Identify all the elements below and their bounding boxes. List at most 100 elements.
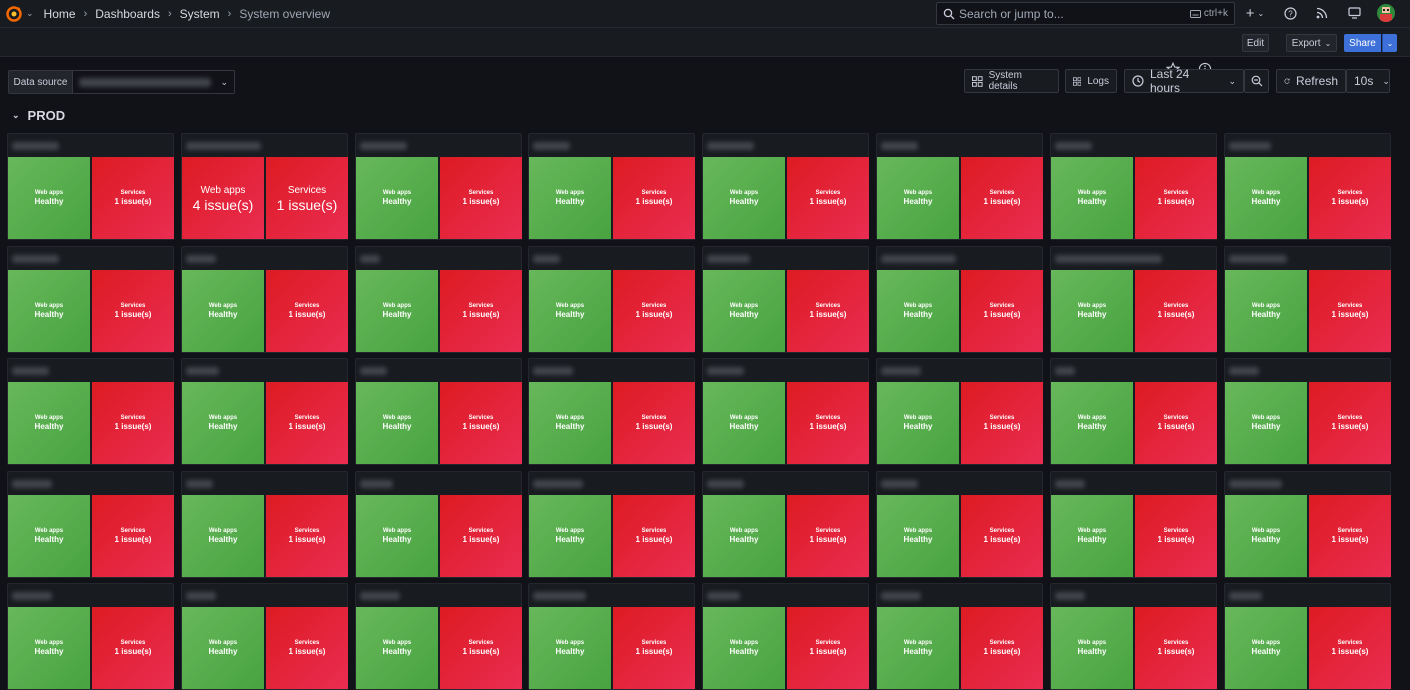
web-apps-status-tile[interactable]: Web apps Healthy xyxy=(877,382,959,464)
status-panel[interactable]: Web apps Healthy Services 1 issue(s) xyxy=(1224,358,1391,465)
web-apps-status-tile[interactable]: Web apps Healthy xyxy=(1225,495,1307,577)
services-status-tile[interactable]: Services 1 issue(s) xyxy=(266,382,348,464)
services-status-tile[interactable]: Services 1 issue(s) xyxy=(613,270,695,352)
status-panel[interactable]: Web apps Healthy Services 1 issue(s) xyxy=(876,583,1043,690)
rss-icon[interactable] xyxy=(1313,4,1331,22)
services-status-tile[interactable]: Services 1 issue(s) xyxy=(266,607,348,689)
web-apps-status-tile[interactable]: Web apps Healthy xyxy=(529,607,611,689)
services-status-tile[interactable]: Services 1 issue(s) xyxy=(613,607,695,689)
web-apps-status-tile[interactable]: Web apps Healthy xyxy=(703,495,785,577)
services-status-tile[interactable]: Services 1 issue(s) xyxy=(961,382,1043,464)
services-status-tile[interactable]: Services 1 issue(s) xyxy=(1135,157,1217,239)
help-icon[interactable]: ? xyxy=(1281,4,1299,22)
refresh-button[interactable]: Refresh xyxy=(1276,69,1346,93)
status-panel[interactable]: Web apps Healthy Services 1 issue(s) xyxy=(876,471,1043,578)
web-apps-status-tile[interactable]: Web apps Healthy xyxy=(182,607,264,689)
web-apps-status-tile[interactable]: Web apps Healthy xyxy=(703,157,785,239)
status-panel[interactable]: Web apps Healthy Services 1 issue(s) xyxy=(7,471,174,578)
status-panel[interactable]: Web apps Healthy Services 1 issue(s) xyxy=(7,133,174,240)
web-apps-status-tile[interactable]: Web apps Healthy xyxy=(529,382,611,464)
status-panel[interactable]: Web apps Healthy Services 1 issue(s) xyxy=(181,358,348,465)
status-panel[interactable]: Web apps Healthy Services 1 issue(s) xyxy=(702,358,869,465)
status-panel[interactable]: Web apps Healthy Services 1 issue(s) xyxy=(1050,358,1217,465)
web-apps-status-tile[interactable]: Web apps Healthy xyxy=(703,270,785,352)
services-status-tile[interactable]: Services 1 issue(s) xyxy=(266,495,348,577)
datasource-select[interactable]: ⌄ xyxy=(72,70,235,94)
services-status-tile[interactable]: Services 1 issue(s) xyxy=(787,382,869,464)
status-panel[interactable]: Web apps Healthy Services 1 issue(s) xyxy=(181,471,348,578)
web-apps-status-tile[interactable]: Web apps Healthy xyxy=(1225,382,1307,464)
system-details-button[interactable]: System details xyxy=(964,69,1059,93)
status-panel[interactable]: Web apps Healthy Services 1 issue(s) xyxy=(528,246,695,353)
services-status-tile[interactable]: Services 1 issue(s) xyxy=(613,382,695,464)
status-panel[interactable]: Web apps Healthy Services 1 issue(s) xyxy=(355,358,522,465)
share-options-button[interactable]: ⌄ xyxy=(1382,34,1397,52)
web-apps-status-tile[interactable]: Web apps Healthy xyxy=(8,157,90,239)
web-apps-status-tile[interactable]: Web apps 4 issue(s) xyxy=(182,157,264,239)
services-status-tile[interactable]: Services 1 issue(s) xyxy=(92,495,174,577)
web-apps-status-tile[interactable]: Web apps Healthy xyxy=(8,270,90,352)
plus-icon[interactable]: + ⌄ xyxy=(1243,4,1267,22)
status-panel[interactable]: Web apps Healthy Services 1 issue(s) xyxy=(1050,133,1217,240)
services-status-tile[interactable]: Services 1 issue(s) xyxy=(440,382,522,464)
services-status-tile[interactable]: Services 1 issue(s) xyxy=(961,157,1043,239)
services-status-tile[interactable]: Services 1 issue(s) xyxy=(1309,270,1391,352)
status-panel[interactable]: Web apps Healthy Services 1 issue(s) xyxy=(528,471,695,578)
status-panel[interactable]: Web apps Healthy Services 1 issue(s) xyxy=(528,583,695,690)
web-apps-status-tile[interactable]: Web apps Healthy xyxy=(356,270,438,352)
status-panel[interactable]: Web apps Healthy Services 1 issue(s) xyxy=(876,133,1043,240)
status-panel[interactable]: Web apps Healthy Services 1 issue(s) xyxy=(1050,471,1217,578)
status-panel[interactable]: Web apps Healthy Services 1 issue(s) xyxy=(355,583,522,690)
services-status-tile[interactable]: Services 1 issue(s) xyxy=(440,607,522,689)
services-status-tile[interactable]: Services 1 issue(s) xyxy=(92,270,174,352)
edit-button[interactable]: Edit xyxy=(1242,34,1269,52)
services-status-tile[interactable]: Services 1 issue(s) xyxy=(613,157,695,239)
status-panel[interactable]: Web apps Healthy Services 1 issue(s) xyxy=(702,133,869,240)
share-button[interactable]: Share xyxy=(1344,34,1381,52)
web-apps-status-tile[interactable]: Web apps Healthy xyxy=(877,270,959,352)
web-apps-status-tile[interactable]: Web apps Healthy xyxy=(1225,270,1307,352)
web-apps-status-tile[interactable]: Web apps Healthy xyxy=(1051,495,1133,577)
search-input[interactable]: Search or jump to... ctrl+k xyxy=(936,2,1235,25)
status-panel[interactable]: Web apps Healthy Services 1 issue(s) xyxy=(1224,246,1391,353)
services-status-tile[interactable]: Services 1 issue(s) xyxy=(1309,157,1391,239)
services-status-tile[interactable]: Services 1 issue(s) xyxy=(961,607,1043,689)
web-apps-status-tile[interactable]: Web apps Healthy xyxy=(703,382,785,464)
services-status-tile[interactable]: Services 1 issue(s) xyxy=(787,157,869,239)
web-apps-status-tile[interactable]: Web apps Healthy xyxy=(8,495,90,577)
status-panel[interactable]: Web apps Healthy Services 1 issue(s) xyxy=(702,471,869,578)
services-status-tile[interactable]: Services 1 issue(s) xyxy=(1309,607,1391,689)
services-status-tile[interactable]: Services 1 issue(s) xyxy=(613,495,695,577)
services-status-tile[interactable]: Services 1 issue(s) xyxy=(92,607,174,689)
status-panel[interactable]: Web apps Healthy Services 1 issue(s) xyxy=(528,358,695,465)
web-apps-status-tile[interactable]: Web apps Healthy xyxy=(1225,157,1307,239)
services-status-tile[interactable]: Services 1 issue(s) xyxy=(266,270,348,352)
web-apps-status-tile[interactable]: Web apps Healthy xyxy=(1051,607,1133,689)
services-status-tile[interactable]: Services 1 issue(s) xyxy=(1309,495,1391,577)
services-status-tile[interactable]: Services 1 issue(s) xyxy=(440,495,522,577)
services-status-tile[interactable]: Services 1 issue(s) xyxy=(1135,607,1217,689)
status-panel[interactable]: Web apps Healthy Services 1 issue(s) xyxy=(7,583,174,690)
status-panel[interactable]: Web apps Healthy Services 1 issue(s) xyxy=(876,246,1043,353)
web-apps-status-tile[interactable]: Web apps Healthy xyxy=(8,382,90,464)
row-header-prod[interactable]: ⌄ PROD xyxy=(12,108,65,123)
status-panel[interactable]: Web apps Healthy Services 1 issue(s) xyxy=(1050,583,1217,690)
status-panel[interactable]: Web apps Healthy Services 1 issue(s) xyxy=(181,583,348,690)
web-apps-status-tile[interactable]: Web apps Healthy xyxy=(356,607,438,689)
web-apps-status-tile[interactable]: Web apps Healthy xyxy=(529,157,611,239)
web-apps-status-tile[interactable]: Web apps Healthy xyxy=(182,270,264,352)
services-status-tile[interactable]: Services 1 issue(s) xyxy=(266,157,348,239)
status-panel[interactable]: Web apps Healthy Services 1 issue(s) xyxy=(1224,471,1391,578)
services-status-tile[interactable]: Services 1 issue(s) xyxy=(1135,495,1217,577)
avatar[interactable] xyxy=(1377,4,1395,22)
monitor-icon[interactable] xyxy=(1345,4,1363,22)
services-status-tile[interactable]: Services 1 issue(s) xyxy=(961,270,1043,352)
status-panel[interactable]: Web apps Healthy Services 1 issue(s) xyxy=(1224,583,1391,690)
web-apps-status-tile[interactable]: Web apps Healthy xyxy=(1051,157,1133,239)
web-apps-status-tile[interactable]: Web apps Healthy xyxy=(182,495,264,577)
web-apps-status-tile[interactable]: Web apps Healthy xyxy=(356,382,438,464)
refresh-interval-select[interactable]: 10s ⌄ xyxy=(1346,69,1390,93)
services-status-tile[interactable]: Services 1 issue(s) xyxy=(787,607,869,689)
services-status-tile[interactable]: Services 1 issue(s) xyxy=(1135,382,1217,464)
grafana-logo-icon[interactable] xyxy=(4,4,24,24)
